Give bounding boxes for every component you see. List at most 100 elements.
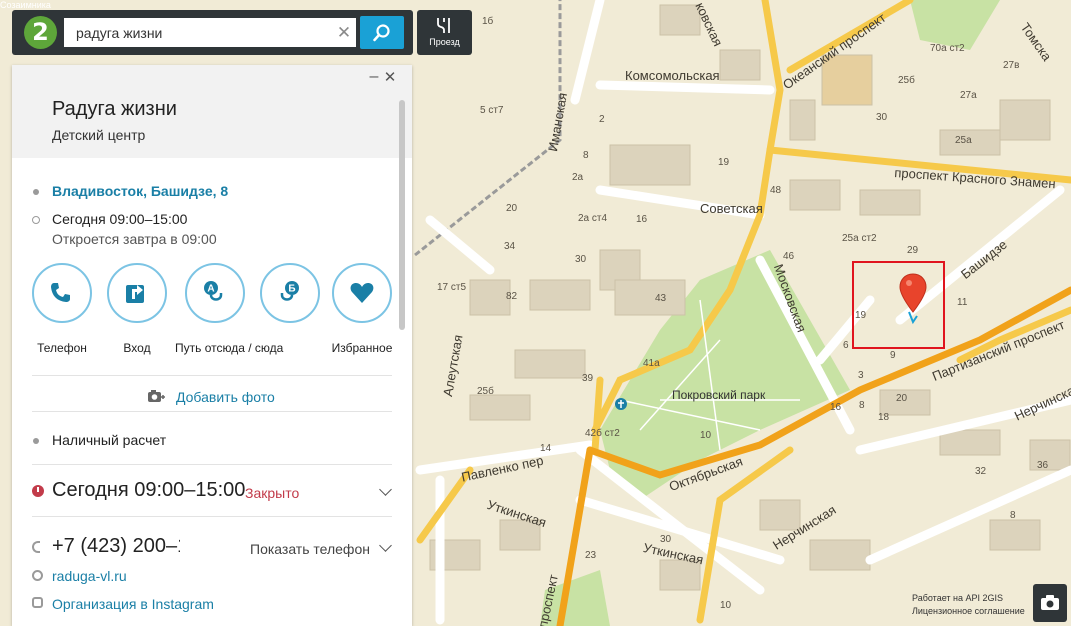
building-number: 25б: [477, 386, 494, 397]
building-number: 30: [575, 254, 587, 265]
building-number: 9: [890, 350, 896, 361]
divider: [32, 411, 392, 412]
svg-text:А: А: [207, 284, 214, 295]
add-photo-button[interactable]: Добавить фото: [147, 388, 275, 409]
hours-today: Сегодня 09:00–15:00: [52, 211, 188, 227]
church-icon: [615, 398, 627, 410]
action-label: Вход: [123, 341, 151, 355]
building-number: 19: [718, 157, 730, 168]
schedule-clock-icon: [32, 485, 44, 497]
card-header: – ✕ Радуга жизни Детский центр: [12, 65, 412, 158]
street-label: Комсомольская: [625, 68, 720, 83]
action-entrance[interactable]: Вход: [97, 263, 177, 355]
building-number: 43: [655, 293, 667, 304]
search-icon: [373, 24, 390, 42]
building-number: 29: [907, 245, 919, 256]
clock-icon: [32, 216, 40, 224]
action-route-to[interactable]: Б: [250, 263, 330, 323]
address-link[interactable]: Владивосток, Башидзе, 8: [52, 183, 228, 199]
phone-icon: [51, 283, 70, 302]
action-label: Путь отсюда / сюда: [175, 341, 284, 355]
building-number: 17 ст5: [437, 282, 467, 293]
action-label: Телефон: [37, 341, 87, 355]
divider: [32, 464, 392, 465]
search-button[interactable]: [360, 16, 404, 49]
corner-map-label: Созаимника: [0, 0, 51, 10]
building-number: 1б: [482, 16, 494, 27]
building-number: 36: [1037, 460, 1049, 471]
action-label: Избранное: [331, 341, 393, 355]
building-number: 27в: [1003, 60, 1020, 71]
building-number: 48: [770, 185, 782, 196]
building-number: 30: [660, 534, 672, 545]
building-number: 41а: [643, 358, 660, 369]
marker-highlight-box: [852, 261, 945, 349]
building-number: 25а: [955, 135, 972, 146]
park-label: Покровский парк: [672, 388, 766, 402]
chevron-down-icon[interactable]: [379, 483, 392, 496]
building-number: 23: [585, 550, 597, 561]
entrance-icon: [126, 285, 144, 303]
route-button[interactable]: Проезд: [417, 10, 472, 55]
api-credit-link[interactable]: Работает на API 2GIS: [912, 592, 1025, 605]
payment-method: Наличный расчет: [52, 432, 167, 448]
heart-icon: [350, 283, 374, 303]
chevron-down-icon[interactable]: [379, 539, 392, 552]
building-number: 5 ст7: [480, 105, 504, 116]
street-label: Советская: [700, 201, 763, 216]
organization-category: Детский центр: [52, 127, 146, 143]
building-number: 10: [700, 430, 712, 441]
building-number: 20: [896, 393, 908, 404]
building-number: 27а: [960, 90, 977, 101]
phone-small-icon: [32, 541, 40, 553]
building-number: 8: [1010, 510, 1016, 521]
building-number: 42б ст2: [585, 428, 620, 439]
building-number: 2а ст4: [578, 213, 608, 224]
screenshot-button[interactable]: [1033, 584, 1067, 622]
building-number: 3: [858, 370, 864, 381]
route-button-label: Проезд: [429, 37, 460, 47]
building-number: 16: [830, 402, 842, 413]
building-number: 18: [878, 412, 890, 423]
clear-search-icon[interactable]: ✕: [333, 18, 355, 47]
camera-plus-icon: [148, 390, 165, 402]
show-phone-link[interactable]: Показать телефон: [250, 541, 370, 557]
action-phone[interactable]: Телефон: [22, 263, 102, 355]
building-number: 39: [582, 373, 594, 384]
address-bullet: [33, 189, 39, 195]
close-button[interactable]: ✕: [383, 68, 397, 86]
svg-text:Б: Б: [288, 284, 295, 295]
route-icon: [437, 18, 450, 33]
building-number: 32: [975, 466, 987, 477]
status-badge: Закрыто: [245, 485, 300, 501]
divider: [32, 375, 392, 376]
building-number: 8: [859, 400, 865, 411]
building-number: 20: [506, 203, 518, 214]
building-number: 30: [876, 112, 888, 123]
action-favorites[interactable]: Избранное: [322, 263, 402, 355]
route-to-here-icon: Б: [280, 281, 299, 301]
add-photo-label: Добавить фото: [176, 389, 275, 405]
schedule-today[interactable]: Сегодня 09:00–15:00: [52, 479, 245, 502]
building-number: 10: [720, 600, 732, 611]
divider: [32, 516, 392, 517]
organization-title: Радуга жизни: [52, 98, 177, 120]
license-link[interactable]: Лицензионное соглашение: [912, 605, 1025, 618]
building-number: 2: [599, 114, 605, 125]
instagram-icon: [32, 597, 43, 608]
map-footer: Работает на API 2GIS Лицензионное соглаш…: [912, 592, 1025, 618]
building-number: 34: [504, 241, 516, 252]
building-number: 82: [506, 291, 518, 302]
search-input[interactable]: [64, 18, 356, 47]
camera-icon: [1041, 595, 1059, 610]
2gis-logo[interactable]: 2: [24, 16, 57, 49]
search-bar: 2 ✕: [12, 10, 413, 55]
minimize-button[interactable]: –: [368, 68, 380, 86]
website-link[interactable]: raduga-vl.ru: [52, 568, 127, 584]
action-route-from[interactable]: А Путь отсюда / сюда: [175, 263, 284, 355]
building-number: 46: [783, 251, 795, 262]
instagram-link[interactable]: Организация в Instagram: [52, 596, 214, 612]
building-number: 6: [843, 340, 849, 351]
globe-icon: [32, 570, 43, 581]
building-number: 25б: [898, 75, 915, 86]
